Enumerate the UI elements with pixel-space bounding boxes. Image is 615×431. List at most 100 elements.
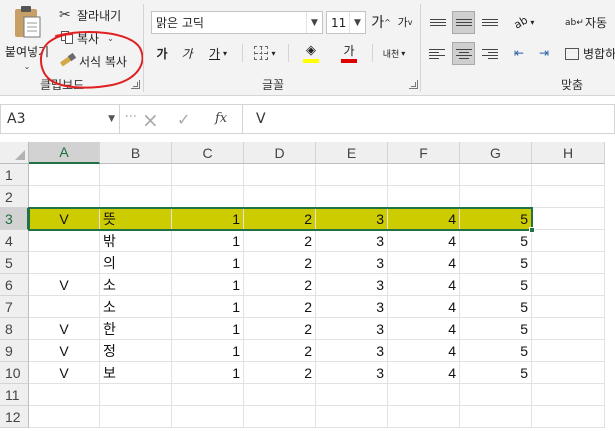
cell-c2[interactable] — [172, 186, 244, 208]
cell-a4[interactable] — [29, 230, 100, 252]
align-middle-icon[interactable] — [452, 11, 475, 34]
column-header-d[interactable]: D — [244, 142, 316, 164]
cell-f12[interactable] — [388, 406, 460, 428]
row-header-1[interactable]: 1 — [0, 164, 29, 186]
cell-h9[interactable] — [532, 340, 605, 362]
column-header-f[interactable]: F — [388, 142, 460, 164]
cell-d7[interactable]: 2 — [244, 296, 316, 318]
row-header-7[interactable]: 7 — [0, 296, 29, 318]
cell-d10[interactable]: 2 — [244, 362, 316, 384]
cell-e12[interactable] — [316, 406, 388, 428]
wrap-text-button[interactable]: ab↵ 자동 — [562, 11, 610, 34]
cell-c8[interactable]: 1 — [172, 318, 244, 340]
worksheet-grid[interactable]: ABCDEFGH 123V뜻123454밖123455의123456V소1234… — [0, 142, 615, 431]
cell-g12[interactable] — [460, 406, 532, 428]
cell-c5[interactable]: 1 — [172, 252, 244, 274]
cell-d8[interactable]: 2 — [244, 318, 316, 340]
orientation-button[interactable]: ab ▾ — [507, 11, 541, 34]
cell-d6[interactable]: 2 — [244, 274, 316, 296]
cell-c6[interactable]: 1 — [172, 274, 244, 296]
cell-b2[interactable] — [100, 186, 172, 208]
cell-g11[interactable] — [460, 384, 532, 406]
cell-d1[interactable] — [244, 164, 316, 186]
cell-e5[interactable]: 3 — [316, 252, 388, 274]
cell-d4[interactable]: 2 — [244, 230, 316, 252]
formula-input[interactable]: V — [242, 104, 615, 134]
cell-c11[interactable] — [172, 384, 244, 406]
cell-a11[interactable] — [29, 384, 100, 406]
cell-f3[interactable]: 4 — [388, 208, 460, 230]
cell-b11[interactable] — [100, 384, 172, 406]
underline-button[interactable]: 가 ▾ — [201, 42, 235, 64]
row-header-12[interactable]: 12 — [0, 406, 29, 428]
cell-a12[interactable] — [29, 406, 100, 428]
enter-icon[interactable]: ✓ — [177, 110, 190, 129]
align-center-icon[interactable] — [452, 42, 475, 65]
cell-f5[interactable]: 4 — [388, 252, 460, 274]
insert-function-icon[interactable]: fx — [215, 111, 227, 126]
cell-a8[interactable]: V — [29, 318, 100, 340]
cell-a10[interactable]: V — [29, 362, 100, 384]
cell-g8[interactable]: 5 — [460, 318, 532, 340]
cell-f7[interactable]: 4 — [388, 296, 460, 318]
cell-b8[interactable]: 한 — [100, 318, 172, 340]
chevron-down-icon[interactable]: ▼ — [108, 114, 115, 124]
cell-f2[interactable] — [388, 186, 460, 208]
column-header-b[interactable]: B — [100, 142, 172, 164]
cell-a6[interactable]: V — [29, 274, 100, 296]
cell-h4[interactable] — [532, 230, 605, 252]
cell-c12[interactable] — [172, 406, 244, 428]
cell-a1[interactable] — [29, 164, 100, 186]
cell-h10[interactable] — [532, 362, 605, 384]
column-header-h[interactable]: H — [532, 142, 605, 164]
row-header-4[interactable]: 4 — [0, 230, 29, 252]
cell-a7[interactable] — [29, 296, 100, 318]
cell-h1[interactable] — [532, 164, 605, 186]
cell-h11[interactable] — [532, 384, 605, 406]
increase-indent-button[interactable]: ⇥ — [533, 42, 555, 64]
cell-b6[interactable]: 소 — [100, 274, 172, 296]
column-header-a[interactable]: A — [29, 142, 100, 164]
cell-e4[interactable]: 3 — [316, 230, 388, 252]
bold-button[interactable]: 가 — [151, 42, 173, 64]
cell-b12[interactable] — [100, 406, 172, 428]
dots-icon[interactable]: ⋮ — [124, 110, 138, 122]
cell-g9[interactable]: 5 — [460, 340, 532, 362]
cell-e7[interactable]: 3 — [316, 296, 388, 318]
cell-e6[interactable]: 3 — [316, 274, 388, 296]
cell-f10[interactable]: 4 — [388, 362, 460, 384]
align-bottom-icon[interactable] — [478, 11, 501, 34]
phonetic-button[interactable]: 내천 ▾ — [377, 42, 411, 64]
fill-handle[interactable] — [529, 227, 535, 233]
cut-button[interactable]: ✂ 잘라내기 — [58, 5, 126, 25]
cell-b7[interactable]: 소 — [100, 296, 172, 318]
chevron-down-icon[interactable]: ▼ — [349, 12, 365, 33]
font-color-button[interactable]: 가 — [332, 40, 366, 66]
cell-b1[interactable] — [100, 164, 172, 186]
shrink-font-button[interactable]: 가v — [394, 11, 416, 33]
cell-e11[interactable] — [316, 384, 388, 406]
cell-f6[interactable]: 4 — [388, 274, 460, 296]
cell-e2[interactable] — [316, 186, 388, 208]
cell-d2[interactable] — [244, 186, 316, 208]
italic-button[interactable]: 가 — [176, 42, 198, 64]
cell-g1[interactable] — [460, 164, 532, 186]
cell-a5[interactable] — [29, 252, 100, 274]
dialog-launcher-icon[interactable] — [409, 80, 418, 89]
cell-c10[interactable]: 1 — [172, 362, 244, 384]
cell-a2[interactable] — [29, 186, 100, 208]
cell-b5[interactable]: 의 — [100, 252, 172, 274]
cell-g10[interactable]: 5 — [460, 362, 532, 384]
row-header-10[interactable]: 10 — [0, 362, 29, 384]
merge-center-button[interactable]: 병합하 — [562, 42, 615, 65]
row-header-9[interactable]: 9 — [0, 340, 29, 362]
chevron-down-icon[interactable]: ▼ — [306, 12, 322, 33]
column-header-e[interactable]: E — [316, 142, 388, 164]
row-header-11[interactable]: 11 — [0, 384, 29, 406]
cell-b9[interactable]: 정 — [100, 340, 172, 362]
cell-g7[interactable]: 5 — [460, 296, 532, 318]
row-header-6[interactable]: 6 — [0, 274, 29, 296]
align-left-icon[interactable] — [426, 42, 449, 65]
cell-h12[interactable] — [532, 406, 605, 428]
column-header-g[interactable]: G — [460, 142, 532, 164]
